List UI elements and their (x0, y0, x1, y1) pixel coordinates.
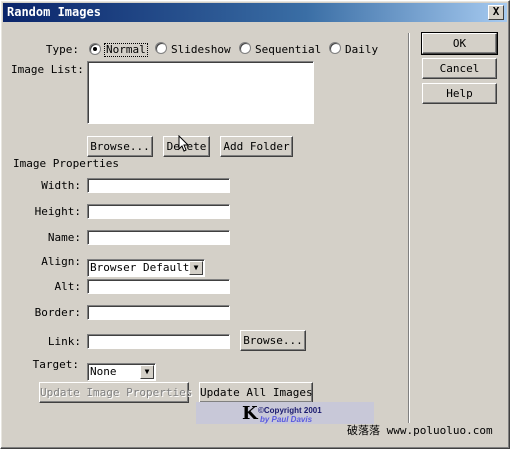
radio-slideshow-label[interactable]: Slideshow (171, 43, 231, 56)
radio-selected-dot (93, 47, 97, 51)
align-label: Align: (41, 255, 81, 268)
radio-sequential-label[interactable]: Sequential (255, 43, 321, 56)
help-button[interactable]: Help (422, 83, 497, 104)
radio-daily[interactable] (329, 42, 341, 54)
radio-normal-label[interactable]: Normal (104, 43, 148, 57)
name-field[interactable] (87, 230, 230, 245)
banner-logo-letter: K (242, 403, 258, 424)
watermark-text: 破落落 www.poluoluo.com (347, 424, 493, 437)
alt-label: Alt: (54, 280, 82, 293)
image-properties-heading: Image Properties (13, 157, 119, 170)
border-label: Border: (34, 306, 81, 319)
height-field[interactable] (87, 204, 230, 219)
update-image-properties-button[interactable]: Update Image Properties (39, 382, 192, 403)
align-select-value: Browser Default (90, 261, 190, 274)
link-field[interactable] (87, 334, 230, 349)
alt-field[interactable] (87, 279, 230, 294)
browse-button[interactable]: Browse... (87, 136, 153, 157)
banner-author-line: by Paul Davis (260, 415, 313, 424)
chevron-down-icon[interactable]: ▼ (189, 261, 203, 275)
title-bar[interactable]: Random Images X (3, 3, 507, 22)
height-label: Height: (34, 205, 81, 218)
border-field[interactable] (87, 305, 230, 320)
copyright-banner: K ©Copyright 2001 by Paul Davis (196, 402, 374, 424)
update-all-images-button[interactable]: Update All Images (199, 382, 313, 403)
banner-copyright-line: ©Copyright 2001 (258, 406, 322, 415)
vertical-divider (408, 33, 409, 423)
width-label: Width: (41, 179, 81, 192)
window-title: Random Images (7, 5, 101, 19)
align-select[interactable]: Browser Default ▼ (87, 259, 205, 277)
type-label: Type: (45, 43, 79, 56)
target-label: Target: (32, 358, 79, 371)
add-folder-button[interactable]: Add Folder (220, 136, 293, 157)
cancel-button[interactable]: Cancel (422, 58, 497, 79)
radio-slideshow[interactable] (155, 42, 167, 54)
target-select-value: None (90, 365, 117, 378)
link-label: Link: (47, 335, 81, 348)
radio-daily-label[interactable]: Daily (345, 43, 378, 56)
name-label: Name: (47, 231, 81, 244)
target-select[interactable]: None ▼ (87, 363, 156, 381)
ok-button[interactable]: OK (421, 32, 498, 55)
radio-sequential[interactable] (239, 42, 251, 54)
image-list-box[interactable] (87, 61, 314, 124)
link-browse-button[interactable]: Browse... (240, 330, 306, 351)
chevron-down-icon[interactable]: ▼ (140, 365, 154, 379)
width-field[interactable] (87, 178, 230, 193)
radio-normal[interactable] (89, 43, 101, 55)
dialog-window: Random Images X Type: Normal Slideshow S… (0, 0, 510, 449)
close-button[interactable]: X (488, 5, 504, 20)
mouse-cursor-icon (178, 135, 190, 152)
image-list-label: Image List: (11, 63, 84, 76)
